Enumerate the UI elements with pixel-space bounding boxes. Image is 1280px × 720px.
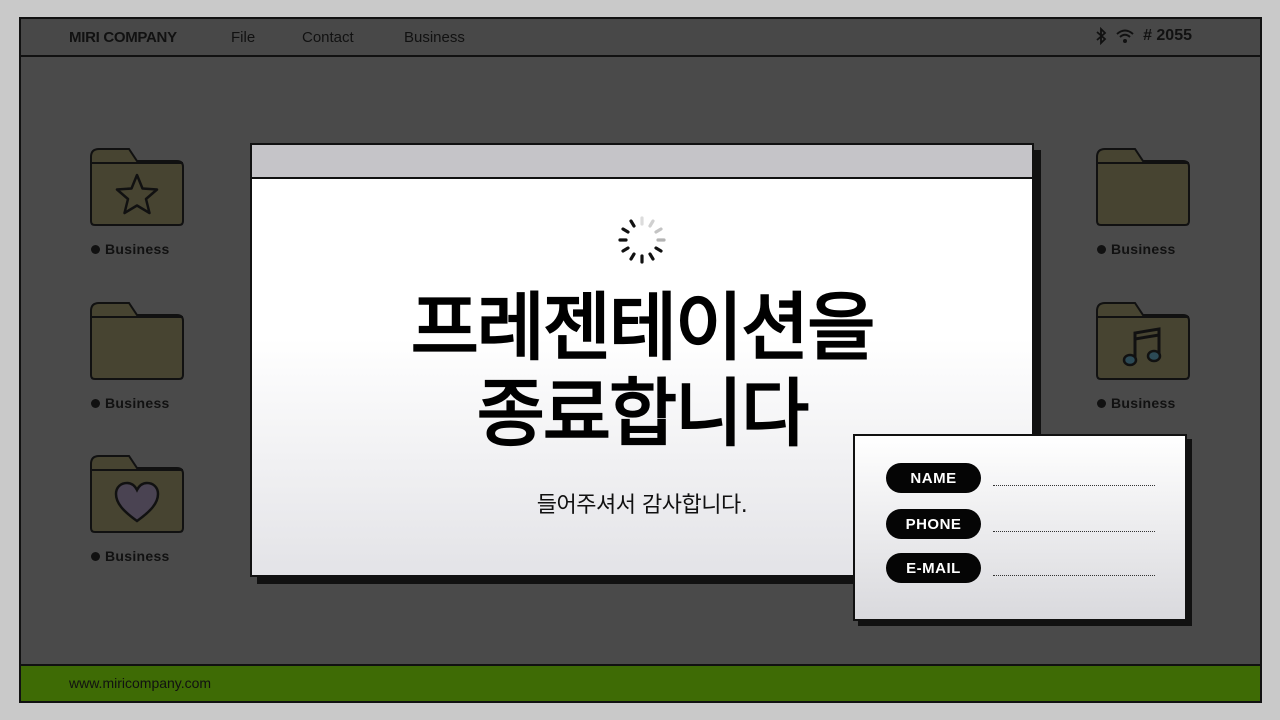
status-area: # 2055 bbox=[1095, 27, 1192, 45]
folder-icon bbox=[1096, 148, 1190, 226]
email-input-line[interactable] bbox=[993, 575, 1155, 576]
phone-label: PHONE bbox=[886, 509, 981, 539]
menu-file[interactable]: File bbox=[231, 29, 255, 46]
desktop-frame: MIRI COMPANY File Contact Business # 205… bbox=[19, 17, 1262, 703]
folder-label: Business bbox=[1097, 241, 1176, 257]
wifi-icon bbox=[1115, 28, 1135, 44]
menu-business[interactable]: Business bbox=[404, 29, 465, 46]
footer-bar: www.miricompany.com bbox=[21, 664, 1260, 701]
window-titlebar[interactable] bbox=[252, 145, 1032, 179]
menu-contact[interactable]: Contact bbox=[302, 29, 354, 46]
folder-icon bbox=[90, 302, 184, 380]
folder-label: Business bbox=[91, 548, 170, 564]
status-code: # 2055 bbox=[1143, 27, 1192, 44]
folder-label: Business bbox=[1097, 395, 1176, 411]
folder-label: Business bbox=[91, 241, 170, 257]
email-label: E-MAIL bbox=[886, 553, 981, 583]
menu-bar: MIRI COMPANY File Contact Business # 205… bbox=[21, 19, 1260, 57]
presentation-title-line1: 프레젠테이션을 bbox=[410, 285, 876, 371]
name-label: NAME bbox=[886, 463, 981, 493]
bluetooth-icon bbox=[1095, 27, 1107, 45]
contact-card: NAME PHONE E-MAIL bbox=[853, 434, 1187, 621]
star-icon bbox=[115, 173, 159, 215]
loading-spinner-icon bbox=[618, 216, 666, 264]
brand-name: MIRI COMPANY bbox=[69, 29, 177, 46]
email-field[interactable]: E-MAIL bbox=[886, 553, 1155, 583]
music-note-icon bbox=[1122, 327, 1162, 367]
footer-url[interactable]: www.miricompany.com bbox=[69, 675, 211, 691]
phone-field[interactable]: PHONE bbox=[886, 509, 1155, 539]
heart-icon bbox=[114, 481, 160, 523]
phone-input-line[interactable] bbox=[993, 531, 1155, 532]
folder-label: Business bbox=[91, 395, 170, 411]
name-field[interactable]: NAME bbox=[886, 463, 1155, 493]
name-input-line[interactable] bbox=[993, 485, 1155, 486]
